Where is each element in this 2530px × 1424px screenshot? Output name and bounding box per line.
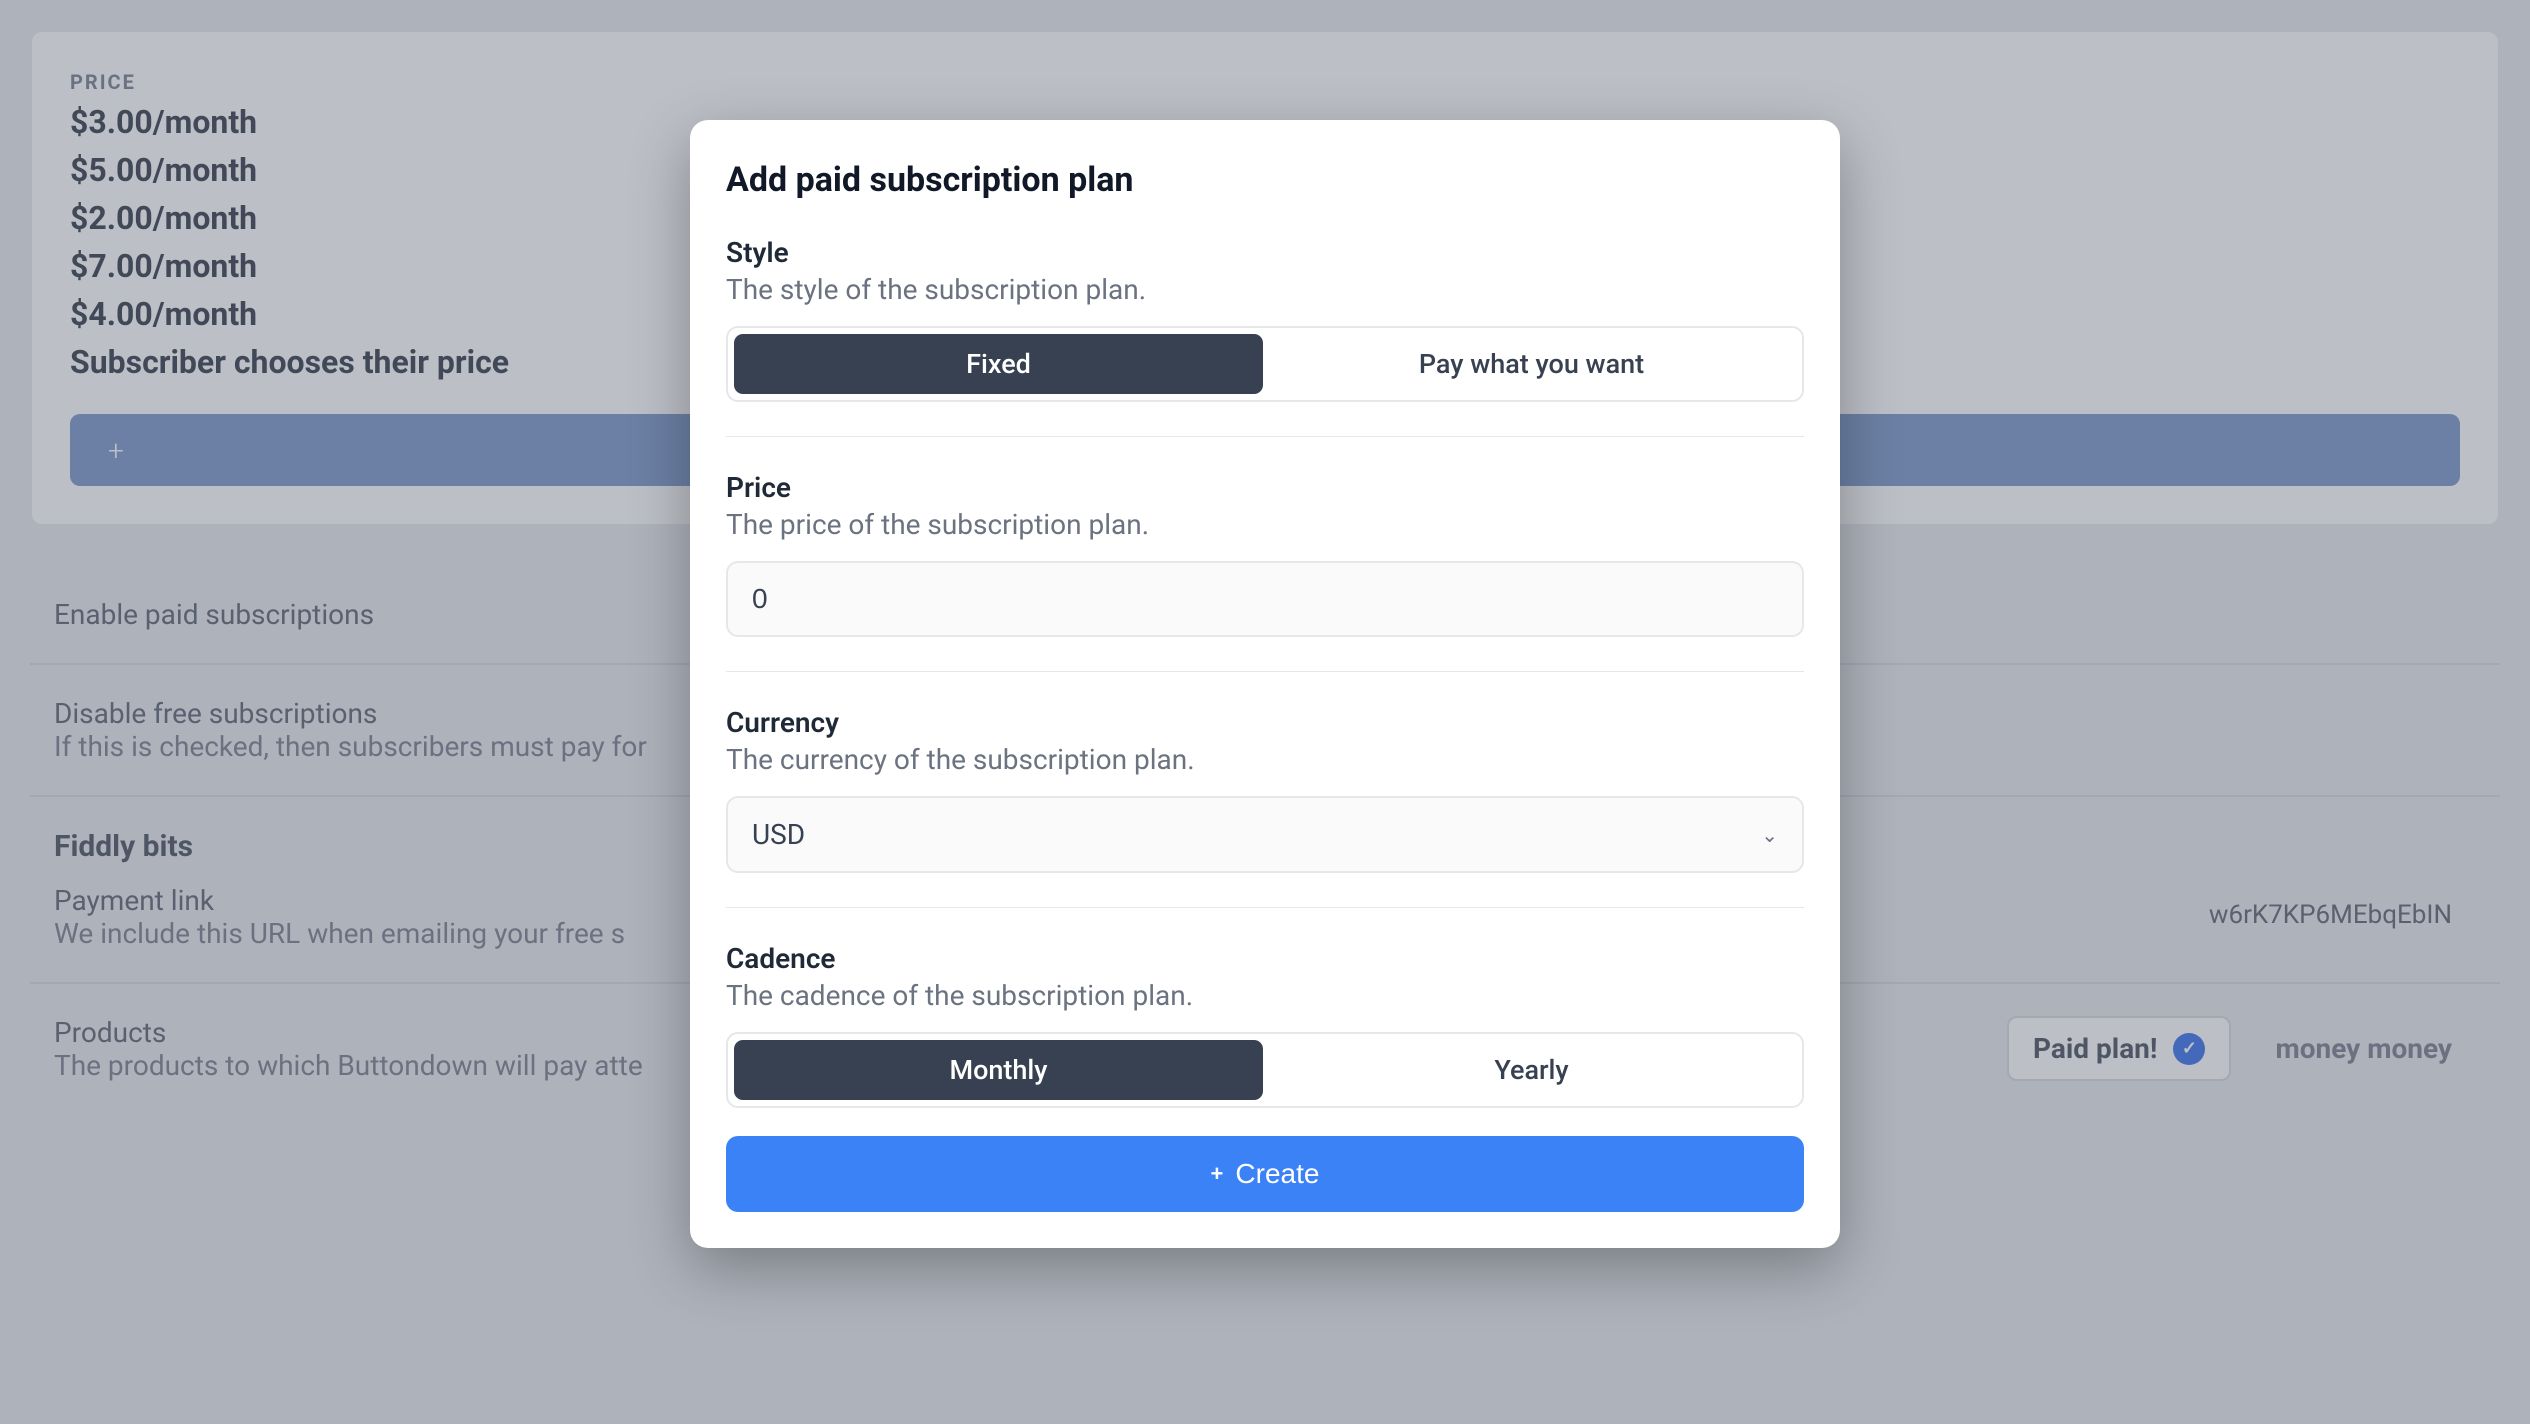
cadence-option-yearly[interactable]: Yearly	[1267, 1040, 1796, 1100]
add-subscription-modal: Add paid subscription plan Style The sty…	[690, 120, 1840, 1248]
style-option-fixed[interactable]: Fixed	[734, 334, 1263, 394]
style-segmented-control: Fixed Pay what you want	[726, 326, 1804, 402]
cadence-option-monthly[interactable]: Monthly	[734, 1040, 1263, 1100]
style-option-pwyw[interactable]: Pay what you want	[1267, 334, 1796, 394]
price-group: Price The price of the subscription plan…	[726, 471, 1804, 672]
cadence-label: Cadence	[726, 942, 1804, 975]
plus-icon: +	[1211, 1161, 1224, 1187]
cadence-segmented-control: Monthly Yearly	[726, 1032, 1804, 1108]
modal-title: Add paid subscription plan	[726, 160, 1804, 200]
cadence-description: The cadence of the subscription plan.	[726, 979, 1804, 1012]
cadence-group: Cadence The cadence of the subscription …	[726, 942, 1804, 1136]
create-button-label: Create	[1235, 1158, 1319, 1190]
price-input[interactable]	[726, 561, 1804, 637]
currency-value: USD	[752, 818, 805, 851]
currency-description: The currency of the subscription plan.	[726, 743, 1804, 776]
create-button[interactable]: + Create	[726, 1136, 1804, 1212]
chevron-down-icon: ⌄	[1761, 823, 1778, 847]
currency-select[interactable]: USD ⌄	[726, 796, 1804, 873]
price-description: The price of the subscription plan.	[726, 508, 1804, 541]
style-label: Style	[726, 236, 1804, 269]
currency-label: Currency	[726, 706, 1804, 739]
style-group: Style The style of the subscription plan…	[726, 236, 1804, 437]
style-description: The style of the subscription plan.	[726, 273, 1804, 306]
currency-group: Currency The currency of the subscriptio…	[726, 706, 1804, 908]
price-label: Price	[726, 471, 1804, 504]
